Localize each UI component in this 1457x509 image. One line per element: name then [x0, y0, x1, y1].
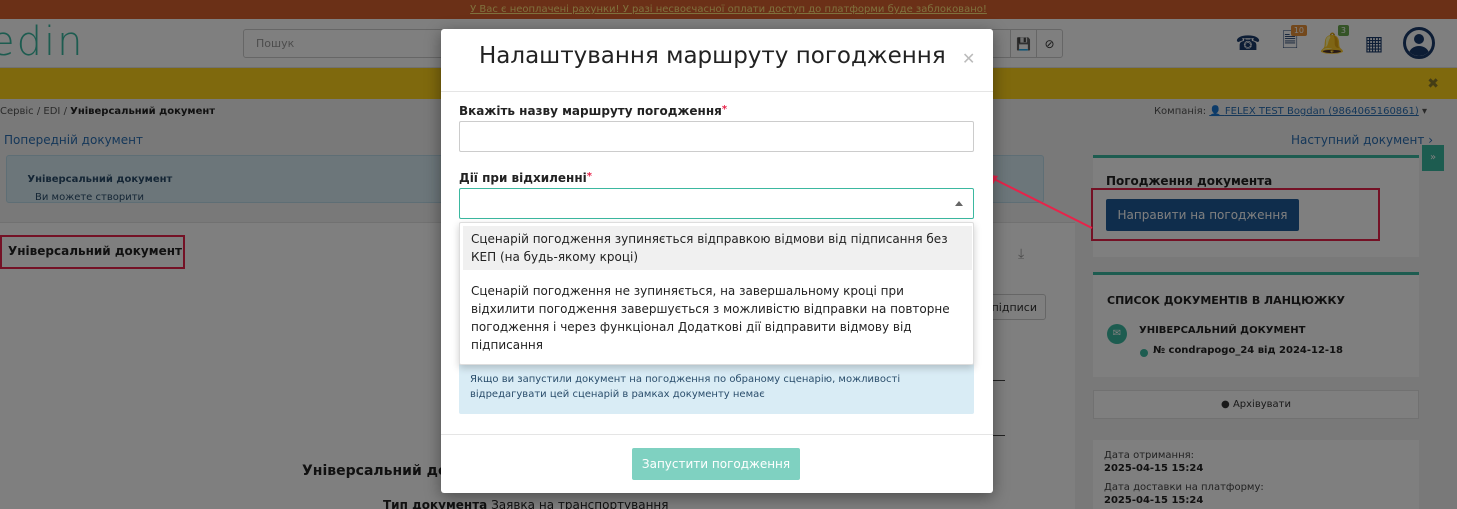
scenario-notice-text: Якщо ви запустили документ на погодження…: [470, 374, 901, 400]
annotation-arrow: [984, 174, 1093, 229]
route-name-label-text: Вкажіть назву маршруту погодження: [459, 104, 722, 118]
modal-title: Налаштування маршруту погодження: [479, 43, 946, 69]
approval-route-modal: Налаштування маршруту погодження ✕ Вкажі…: [441, 29, 993, 493]
dropdown-option[interactable]: Сценарій погодження зупиняється відправк…: [463, 226, 972, 270]
reject-action-select[interactable]: [459, 188, 974, 219]
required-mark: *: [721, 104, 728, 115]
caret-up-icon: [955, 201, 963, 206]
scenario-notice: Якщо ви запустили документ на погодження…: [459, 362, 974, 414]
route-name-label: Вкажіть назву маршруту погодження*: [459, 104, 727, 118]
reject-action-label-text: Дії при відхиленні: [459, 171, 587, 185]
reject-action-label: Дії при відхиленні*: [459, 171, 592, 185]
divider: [441, 434, 993, 435]
route-name-input[interactable]: [459, 121, 974, 152]
dropdown-option[interactable]: Сценарій погодження не зупиняється, на з…: [463, 278, 972, 358]
required-mark: *: [586, 171, 592, 182]
reject-action-dropdown: Сценарій погодження зупиняється відправк…: [459, 222, 974, 365]
start-approval-button[interactable]: Запустити погодження: [632, 448, 800, 480]
divider: [441, 91, 993, 92]
close-icon[interactable]: ✕: [962, 49, 975, 68]
